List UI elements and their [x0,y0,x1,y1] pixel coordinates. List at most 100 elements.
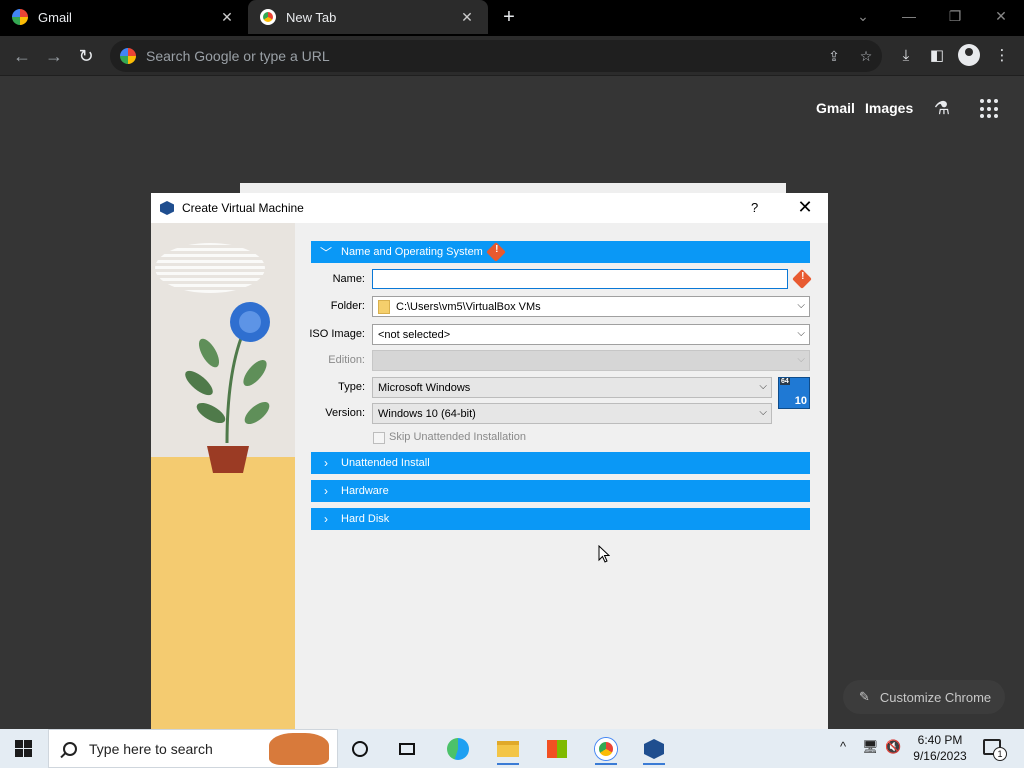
menu-icon[interactable]: ⋮ [990,44,1014,68]
dialog-title: Create Virtual Machine [182,201,304,215]
tab-search-icon[interactable]: ⌄ [849,4,877,28]
section-hardware[interactable]: › Hardware [311,480,810,502]
virtualbox-taskbar-icon[interactable] [637,733,671,765]
forward-icon[interactable]: → [42,44,66,68]
bookmark-star-icon[interactable]: ☆ [858,48,874,64]
type-label: Type: [338,381,365,393]
iso-value: <not selected> [378,328,451,341]
chevron-right-icon: › [324,512,328,526]
labs-flask-icon[interactable]: ⚗ [930,96,954,120]
google-icon [120,48,136,64]
wizard-illustration [151,223,295,733]
section-unattended-install[interactable]: › Unattended Install [311,452,810,474]
section-title: Hardware [341,485,389,497]
folder-icon [378,299,390,314]
speaker-muted-icon[interactable]: 🔇 [885,739,901,755]
google-icon [12,9,28,25]
browser-toolbar: ← → ↻ ⇪ ☆ ⤓ ◧ ⋮ [0,36,1024,76]
taskbar-search-box[interactable]: Type here to search [48,729,338,768]
close-icon[interactable]: ✕ [458,9,476,26]
images-link[interactable]: Images [865,100,913,116]
name-warning-icon [792,269,812,289]
chevron-down-icon: ⌵ [759,407,767,418]
mouse-cursor-icon [598,545,610,563]
minimize-button[interactable]: — [895,4,923,28]
folder-value: C:\Users\vm5\VirtualBox VMs [396,300,541,313]
section-name-and-os[interactable]: ﹀ Name and Operating System [311,241,810,263]
warning-icon [485,242,506,262]
create-vm-dialog: Create Virtual Machine ? ✕ ﹀ Name and Op… [151,193,828,733]
chrome-taskbar-icon[interactable] [589,733,623,765]
tab-gmail[interactable]: Gmail ✕ [0,0,248,34]
gmail-link[interactable]: Gmail [816,100,855,116]
address-bar[interactable]: ⇪ ☆ [110,40,882,72]
restore-button[interactable]: ❐ [941,4,969,28]
type-value: Microsoft Windows [378,381,471,394]
new-tab-button[interactable]: + [498,6,520,28]
tab-label: New Tab [286,9,337,25]
pencil-icon: ✎ [859,689,870,704]
folder-label: Folder: [330,300,365,312]
red-panda-highlight-icon [269,733,329,765]
edition-select: ⌵ [372,350,810,371]
customize-label: Customize Chrome [879,689,992,705]
name-label: Name: [332,273,365,285]
version-select[interactable]: Windows 10 (64-bit) ⌵ [372,403,772,424]
back-icon[interactable]: ← [10,44,34,68]
dialog-close-button[interactable]: ✕ [795,197,815,218]
section-title: Unattended Install [341,457,430,469]
os-bits: 64 [780,378,790,385]
chevron-down-icon: ⌵ [797,328,805,339]
iso-label: ISO Image: [309,328,365,340]
virtualbox-icon [160,201,174,215]
tab-strip: Gmail ✕ New Tab ✕ + ⌄ — ❐ ✕ [0,0,1024,36]
chevron-down-icon: ⌵ [797,354,805,365]
edition-label: Edition: [328,354,365,366]
side-panel-icon[interactable]: ◧ [925,44,949,68]
chevron-down-icon: ⌵ [759,381,767,392]
iso-select[interactable]: <not selected> ⌵ [372,324,810,345]
chevron-down-icon: ﹀ [319,245,332,260]
windows-10-os-icon: 64 10 [778,377,810,409]
notification-center-icon[interactable]: 1 [983,739,1007,761]
help-button[interactable]: ? [751,200,758,215]
skip-unattended-label: Skip Unattended Installation [389,431,526,443]
flower-pot-illustration [185,302,270,473]
dialog-titlebar: Create Virtual Machine ? ✕ [151,193,828,223]
type-select[interactable]: Microsoft Windows ⌵ [372,377,772,398]
profile-avatar-icon[interactable] [958,44,980,66]
file-explorer-icon[interactable] [491,733,525,765]
window-close-button[interactable]: ✕ [987,4,1015,28]
task-view-icon[interactable] [390,733,424,765]
reload-icon[interactable]: ↻ [74,44,98,68]
close-icon[interactable]: ✕ [218,9,236,26]
tab-new-tab[interactable]: New Tab ✕ [248,0,488,34]
network-icon[interactable]: 🖥 [862,739,879,755]
clock-time: 6:40 PM [917,733,963,747]
omnibox-input[interactable] [146,48,786,64]
tab-label: Gmail [38,9,72,25]
taskbar-search-placeholder: Type here to search [89,740,213,757]
version-label: Version: [325,407,365,419]
skip-unattended-checkbox [373,432,385,444]
apps-grid-icon[interactable] [980,99,1000,119]
windows-start-icon[interactable] [15,740,32,757]
customize-chrome-button[interactable]: ✎ Customize Chrome [843,680,1005,714]
show-hidden-icons-chevron-icon[interactable]: ^ [840,739,846,754]
download-icon[interactable]: ⤓ [894,44,918,68]
section-title: Name and Operating System [341,246,483,258]
section-title: Hard Disk [341,513,390,525]
search-icon [63,741,77,756]
notification-count: 1 [993,747,1007,761]
cortana-icon[interactable] [343,733,377,765]
name-input[interactable] [372,269,788,289]
section-hard-disk[interactable]: › Hard Disk [311,508,810,530]
edge-icon[interactable] [441,733,475,765]
windows-taskbar: Type here to search ^ 🖥 🔇 6:40 PM 9/16/2… [0,729,1024,768]
share-icon[interactable]: ⇪ [826,48,842,64]
chevron-down-icon: ⌵ [797,300,805,311]
microsoft-store-icon[interactable] [540,733,574,765]
taskbar-clock[interactable]: 6:40 PM 9/16/2023 [909,732,971,764]
os-version-badge: 10 [794,395,807,407]
folder-select[interactable]: C:\Users\vm5\VirtualBox VMs ⌵ [372,296,810,317]
